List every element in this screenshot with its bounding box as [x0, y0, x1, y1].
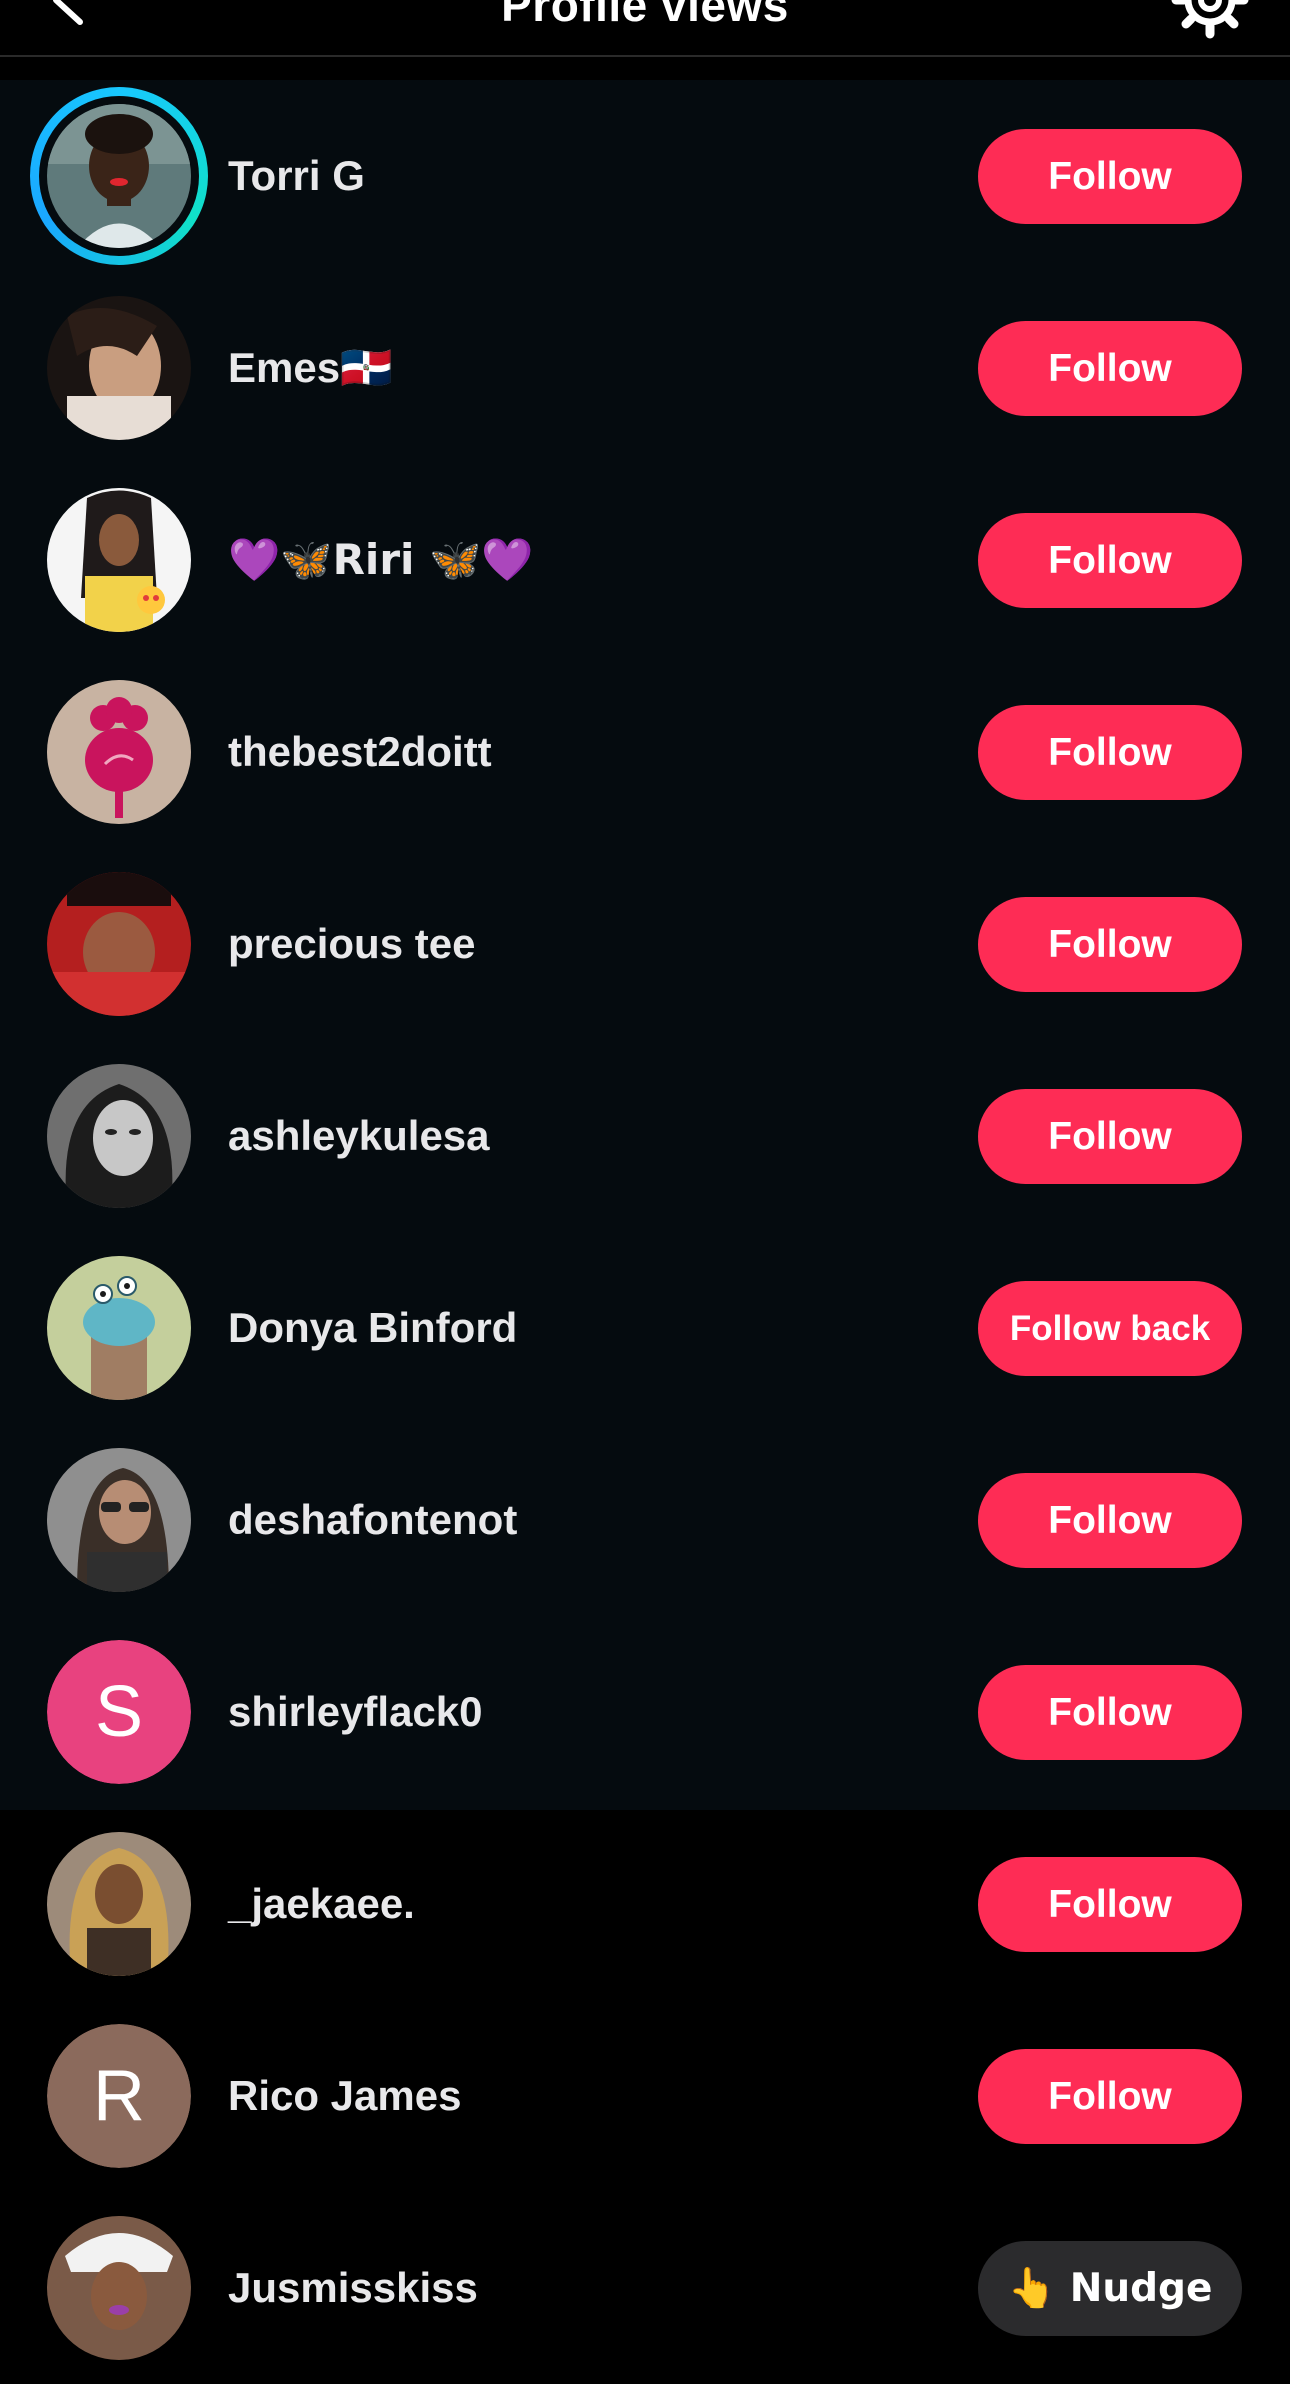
avatar[interactable]	[30, 87, 208, 265]
profile-photo	[47, 1448, 191, 1592]
avatar[interactable]	[47, 872, 191, 1016]
username[interactable]: thebest2doitt	[228, 656, 492, 848]
avatar-letter: R	[47, 2024, 191, 2168]
nudge-button[interactable]: 👆 Nudge	[978, 2241, 1242, 2336]
username[interactable]: deshafontenot	[228, 1424, 517, 1616]
username[interactable]: _jaekaee.	[228, 1808, 415, 2000]
list-item[interactable]: deshafontenot Follow	[0, 1424, 1290, 1616]
list-item[interactable]: 💜🦋Riri 🦋💜 Follow	[0, 464, 1290, 656]
avatar[interactable]	[47, 680, 191, 824]
list-item[interactable]: R Rico James Follow	[0, 2000, 1290, 2192]
profile-photo	[47, 1832, 191, 1976]
follow-button[interactable]: Follow	[978, 321, 1242, 416]
viewer-list: Torri G Follow Emes🇩🇴 Follow 💜🦋Riri 🦋💜 F…	[0, 0, 1290, 2360]
avatar[interactable]	[47, 1064, 191, 1208]
profile-photo	[47, 872, 191, 1016]
profile-photo	[47, 680, 191, 824]
avatar[interactable]	[47, 296, 191, 440]
username[interactable]: Rico James	[228, 2000, 461, 2192]
avatar[interactable]	[47, 1832, 191, 1976]
follow-button[interactable]: Follow	[978, 1473, 1242, 1568]
list-item[interactable]: Donya Binford Follow back	[0, 1232, 1290, 1424]
avatar[interactable]	[47, 2216, 191, 2360]
profile-photo	[47, 1064, 191, 1208]
list-item[interactable]: Emes🇩🇴 Follow	[0, 272, 1290, 464]
profile-photo	[47, 296, 191, 440]
list-item[interactable]: Torri G Follow	[0, 80, 1290, 272]
list-item[interactable]: thebest2doitt Follow	[0, 656, 1290, 848]
avatar[interactable]	[47, 488, 191, 632]
follow-button[interactable]: Follow	[978, 513, 1242, 608]
username[interactable]: precious tee	[228, 848, 475, 1040]
follow-button[interactable]: Follow	[978, 1665, 1242, 1760]
list-item[interactable]: precious tee Follow	[0, 848, 1290, 1040]
avatar[interactable]: R	[47, 2024, 191, 2168]
profile-photo	[47, 104, 191, 248]
username[interactable]: 💜🦋Riri 🦋💜	[228, 464, 534, 656]
follow-button[interactable]: Follow	[978, 1857, 1242, 1952]
username[interactable]: shirleyflack0	[228, 1616, 483, 1808]
list-item[interactable]: Jusmisskiss 👆 Nudge	[0, 2192, 1290, 2384]
follow-button[interactable]: Follow	[978, 1089, 1242, 1184]
follow-button[interactable]: Follow	[978, 2049, 1242, 2144]
avatar-letter: S	[47, 1640, 191, 1784]
list-item[interactable]: _jaekaee. Follow	[0, 1808, 1290, 2000]
list-item[interactable]: S shirleyflack0 Follow	[0, 1616, 1290, 1808]
username[interactable]: Torri G	[228, 80, 365, 272]
follow-button[interactable]: Follow	[978, 129, 1242, 224]
profile-photo	[47, 488, 191, 632]
follow-button[interactable]: Follow	[978, 705, 1242, 800]
avatar[interactable]	[47, 1448, 191, 1592]
username[interactable]: Jusmisskiss	[228, 2192, 478, 2384]
profile-photo	[47, 1256, 191, 1400]
avatar[interactable]: S	[47, 1640, 191, 1784]
username[interactable]: Donya Binford	[228, 1232, 517, 1424]
profile-photo	[47, 2216, 191, 2360]
username[interactable]: ashleykulesa	[228, 1040, 490, 1232]
follow-back-button[interactable]: Follow back	[978, 1281, 1242, 1376]
username[interactable]: Emes🇩🇴	[228, 272, 392, 464]
list-item[interactable]: ashleykulesa Follow	[0, 1040, 1290, 1232]
follow-button[interactable]: Follow	[978, 897, 1242, 992]
avatar[interactable]	[47, 1256, 191, 1400]
